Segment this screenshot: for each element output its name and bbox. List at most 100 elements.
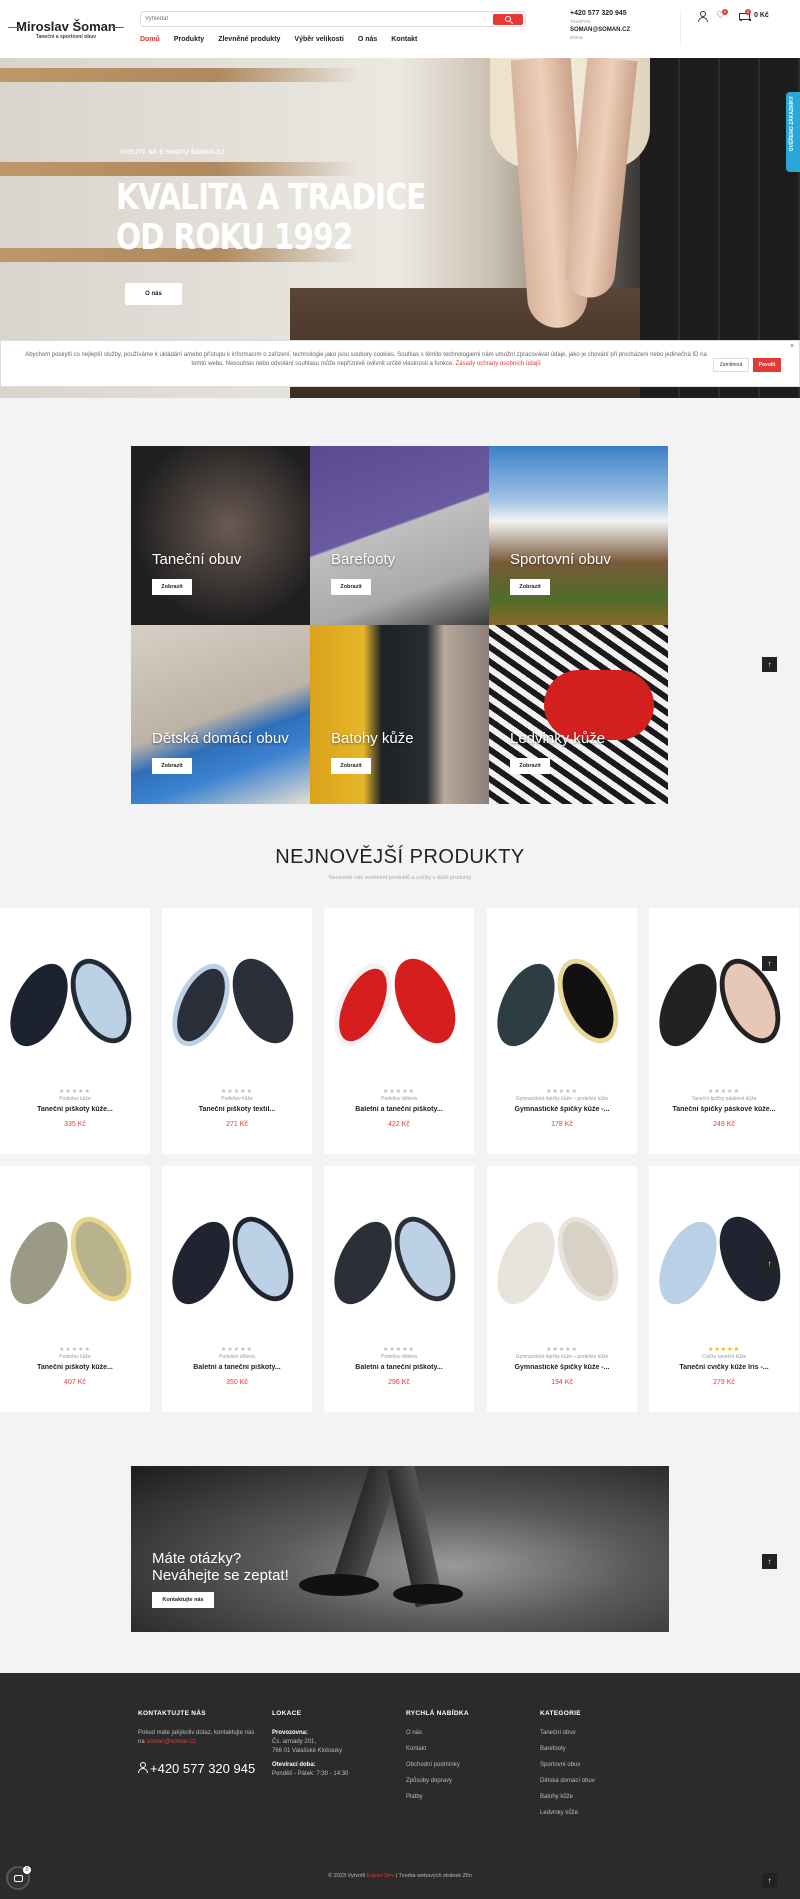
logo[interactable]: Miroslav Šoman Taneční a sportovní obuv: [8, 14, 124, 44]
header-phone[interactable]: +420 577 320 945: [570, 10, 630, 18]
product-name[interactable]: Taneční cvičky kůže Iris -...: [653, 1364, 795, 1371]
shoe-shape: [58, 1207, 144, 1311]
product-card[interactable]: ★★★★★ Gymnastické špičky kůže – podešev k…: [485, 1166, 637, 1412]
product-card[interactable]: ★★★★★ Podešev kůže Taneční piškoty textil.…: [160, 908, 312, 1154]
chat-widget[interactable]: 0: [6, 1866, 31, 1890]
product-price: 422 Kč: [388, 1121, 410, 1128]
cta-shoe: [393, 1584, 463, 1604]
product-card[interactable]: ★★★★★ Podešev dělená Baletní a taneční piš…: [160, 1166, 312, 1412]
search-button[interactable]: [493, 14, 523, 25]
product-image[interactable]: [485, 1184, 631, 1334]
category-show-button[interactable]: Zobrazit: [331, 758, 371, 774]
footer-email-link[interactable]: soman@soman.cz: [146, 1739, 196, 1745]
header-email[interactable]: SOMAN@SOMAN.CZ: [570, 26, 630, 34]
shoe-shape: [160, 1212, 242, 1314]
product-name[interactable]: Taneční piškoty kůže...: [4, 1364, 146, 1371]
footer-link[interactable]: Barefooty: [540, 1745, 670, 1761]
rating-stars: ★★★★★: [59, 1089, 91, 1095]
nav-home[interactable]: Domů: [140, 36, 160, 43]
product-name[interactable]: Taneční špičky páskové kůže...: [653, 1106, 795, 1113]
verified-reviews-badge[interactable]: OVĚŘENO ZÁKAZNÍKY: [786, 92, 800, 172]
product-card[interactable]: ★★★★★ Podešev dělená Baletní a taneční piš…: [322, 1166, 474, 1412]
footer-link[interactable]: Způsoby dopravy: [406, 1777, 536, 1793]
product-name[interactable]: Baletní a taneční piškoty...: [328, 1364, 470, 1371]
author-link[interactable]: Expert Dev: [367, 1873, 394, 1879]
product-image[interactable]: [0, 1184, 144, 1334]
category-tile-dance[interactable]: Taneční obuv Zobrazit: [131, 446, 310, 625]
product-card[interactable]: ★★★★★ Taneční špičky páskové kůže Taneční …: [647, 908, 799, 1154]
address-line: Čs. armády 201,: [272, 1739, 317, 1745]
privacy-policy-link[interactable]: Zásady ochrany osobních údajů: [456, 361, 541, 367]
product-image[interactable]: [322, 1184, 468, 1334]
category-show-button[interactable]: Zobrazit: [510, 579, 550, 595]
search-input[interactable]: [145, 13, 485, 25]
product-card[interactable]: ★★★★★ Podešev dělená Baletní a taneční piš…: [322, 908, 474, 1154]
cart-total[interactable]: 0 Kč: [754, 12, 769, 19]
footer-link[interactable]: Obchodní podmínky: [406, 1761, 536, 1777]
product-name[interactable]: Gymnastické špičky kůže -...: [491, 1364, 633, 1371]
footer-link[interactable]: Sportovní obuv: [540, 1761, 670, 1777]
cta-question: Máte otázky? Neváhejte se zeptat!: [152, 1550, 289, 1584]
product-name[interactable]: Taneční piškoty kůže...: [4, 1106, 146, 1113]
footer-link[interactable]: Taneční obuv: [540, 1729, 670, 1745]
user-icon[interactable]: [697, 11, 708, 22]
category-show-button[interactable]: Zobrazit: [331, 579, 371, 595]
product-name[interactable]: Gymnastické špičky kůže -...: [491, 1106, 633, 1113]
close-icon[interactable]: ×: [790, 343, 794, 350]
category-tile-kids[interactable]: Dětská domácí obuv Zobrazit: [131, 625, 310, 804]
hours-label: Otevírací doba:: [272, 1762, 316, 1768]
contact-us-button[interactable]: Kontaktujte nás: [152, 1592, 214, 1608]
nav-contact[interactable]: Kontakt: [391, 36, 417, 43]
hero-decor: [0, 68, 360, 82]
about-us-button[interactable]: O nás: [125, 283, 182, 305]
product-name[interactable]: Baletní a taneční piškoty...: [328, 1106, 470, 1113]
product-image[interactable]: [647, 926, 793, 1076]
footer-phone[interactable]: +420 577 320 945: [138, 1761, 255, 1776]
cookie-accept-button[interactable]: Povolit: [753, 358, 781, 372]
branch-label: Provozovna:: [272, 1730, 309, 1736]
footer-link[interactable]: Kontakt: [406, 1745, 536, 1761]
footer-contact: KONTAKTUJTE NÁS Pokud máte jakýkoliv dot…: [138, 1709, 262, 1747]
footer-link[interactable]: Ledvinky kůže: [540, 1809, 670, 1825]
rating-stars: ★★★★★: [546, 1089, 578, 1095]
scroll-to-top-button[interactable]: ↑: [762, 1873, 777, 1888]
product-image[interactable]: [485, 926, 631, 1076]
product-name[interactable]: Taneční piškoty textil...: [166, 1106, 308, 1113]
product-image[interactable]: [322, 926, 468, 1076]
product-card[interactable]: ★★★★★ Podešev kůže Taneční piškoty kůže...…: [0, 1166, 150, 1412]
product-card[interactable]: ★★★★★ Cvičky taneční kůže Taneční cvičky k…: [647, 1166, 799, 1412]
category-show-button[interactable]: Zobrazit: [152, 758, 192, 774]
category-tile-sport[interactable]: Sportovní obuv Zobrazit: [489, 446, 668, 625]
footer-link[interactable]: O nás: [406, 1729, 536, 1745]
product-category: Taneční špičky páskové kůže: [691, 1096, 757, 1102]
product-image[interactable]: [160, 926, 306, 1076]
category-show-button[interactable]: Zobrazit: [152, 579, 192, 595]
scroll-to-top-button[interactable]: ↑: [762, 657, 777, 672]
logo-name: Miroslav Šoman: [8, 19, 124, 34]
nav-discounted[interactable]: Zlevněné produkty: [218, 36, 280, 43]
category-tile-barefoot[interactable]: Barefooty Zobrazit: [310, 446, 489, 625]
products-section-subtitle: Nezávisle náš sortiment produktů a cvičk…: [328, 875, 472, 881]
chat-badge: 0: [23, 1866, 31, 1874]
category-tile-backpacks[interactable]: Batohy kůže Zobrazit: [310, 625, 489, 804]
product-name[interactable]: Baletní a taneční piškoty...: [166, 1364, 308, 1371]
product-card[interactable]: ★★★★★ Gymnastické špičky kůže – podešev k…: [485, 908, 637, 1154]
category-show-button[interactable]: Zobrazit: [510, 758, 550, 774]
cookie-decline-button[interactable]: Zamítnout: [713, 358, 749, 372]
footer-link[interactable]: Platby: [406, 1793, 536, 1809]
scroll-to-top-button[interactable]: ↑: [762, 1554, 777, 1569]
footer-link[interactable]: Dětská domácí obuv: [540, 1777, 670, 1793]
category-tile-belt-bags[interactable]: Ledvinky kůže Zobrazit: [489, 625, 668, 804]
scroll-to-top-button[interactable]: ↑: [762, 1256, 777, 1271]
scroll-to-top-button[interactable]: ↑: [762, 956, 777, 971]
cart-icon[interactable]: 0: [738, 9, 751, 21]
nav-products[interactable]: Produkty: [174, 36, 204, 43]
footer-link[interactable]: Batohy kůže: [540, 1793, 670, 1809]
nav-about[interactable]: O nás: [358, 36, 377, 43]
cookie-message: Abychom poskytli co nejlepší služby, pou…: [25, 352, 707, 367]
product-image[interactable]: [160, 1184, 306, 1334]
heart-icon[interactable]: ♡ 0: [716, 9, 728, 21]
product-image[interactable]: [0, 926, 144, 1076]
product-card[interactable]: ★★★★★ Podešev kůže Taneční piškoty kůže...…: [0, 908, 150, 1154]
nav-size-guide[interactable]: Výběr velikosti: [294, 36, 343, 43]
